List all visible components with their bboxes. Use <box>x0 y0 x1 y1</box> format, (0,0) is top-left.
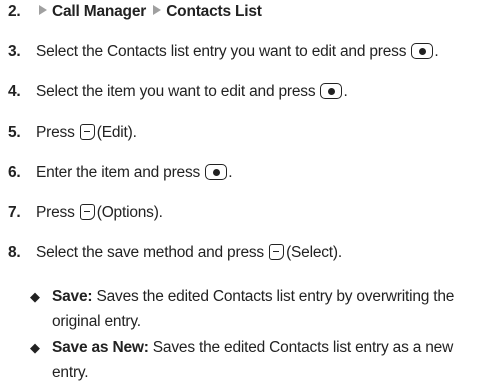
step-text: Call Manager Contacts List <box>36 3 262 21</box>
center-select-key-icon <box>320 83 343 99</box>
instruction-text: Press <box>36 204 75 221</box>
step-text: Select the Contacts list entry you want … <box>36 43 439 61</box>
left-soft-key-icon <box>269 244 285 260</box>
step-number: 2. <box>8 3 21 20</box>
step-number: 7. <box>8 204 21 221</box>
bullet-text-continued: original entry. <box>52 313 141 330</box>
step-number: 5. <box>8 124 21 141</box>
instruction-suffix: . <box>228 164 233 181</box>
instruction-suffix: (Edit). <box>96 124 137 141</box>
menu-path-item: Call Manager <box>52 3 147 20</box>
bullet-text-continued: entry. <box>52 364 89 381</box>
bullet-description: Saves the edited Contacts list entry by … <box>96 288 455 305</box>
bullet-term: Save as New: <box>52 339 149 356</box>
bullet-term: Save: <box>52 288 93 305</box>
step-text: Select the save method and press (Select… <box>36 244 342 262</box>
step-number: 4. <box>8 83 21 100</box>
menu-path-item: Contacts List <box>166 3 262 20</box>
left-soft-key-icon <box>79 124 95 140</box>
instruction-text: Select the Contacts list entry you want … <box>36 43 407 60</box>
bullet-description: Saves the edited Contacts list entry as … <box>152 339 454 356</box>
instruction-text: Select the save method and press <box>36 244 264 261</box>
center-select-key-icon <box>205 164 228 180</box>
instruction-suffix: . <box>343 83 348 100</box>
step-number: 8. <box>8 244 21 261</box>
bullet-text: Save as New: Saves the edited Contacts l… <box>52 338 453 357</box>
step-text: Select the item you want to edit and pre… <box>36 83 348 101</box>
left-soft-key-icon <box>79 204 95 220</box>
step-number: 6. <box>8 164 21 181</box>
instruction-suffix: (Select). <box>286 244 342 261</box>
instruction-text: Select the item you want to edit and pre… <box>36 83 316 100</box>
triangle-right-icon <box>153 5 162 15</box>
bullet-text: Save: Saves the edited Contacts list ent… <box>52 287 454 306</box>
triangle-right-icon <box>39 5 47 15</box>
instruction-text: Press <box>36 124 75 141</box>
step-number: 3. <box>8 43 21 60</box>
center-select-key-icon <box>411 43 434 59</box>
manual-page: 2. Call Manager Contacts List 3. Select … <box>0 0 502 392</box>
diamond-bullet-icon: ◆ <box>30 289 40 304</box>
instruction-suffix: (Options). <box>96 204 163 221</box>
step-text: Enter the item and press . <box>36 164 233 182</box>
step-text: Press (Options). <box>36 204 163 222</box>
instruction-text: Enter the item and press <box>36 164 201 181</box>
step-text: Press (Edit). <box>36 124 137 142</box>
diamond-bullet-icon: ◆ <box>30 340 40 355</box>
instruction-suffix: . <box>434 43 439 60</box>
